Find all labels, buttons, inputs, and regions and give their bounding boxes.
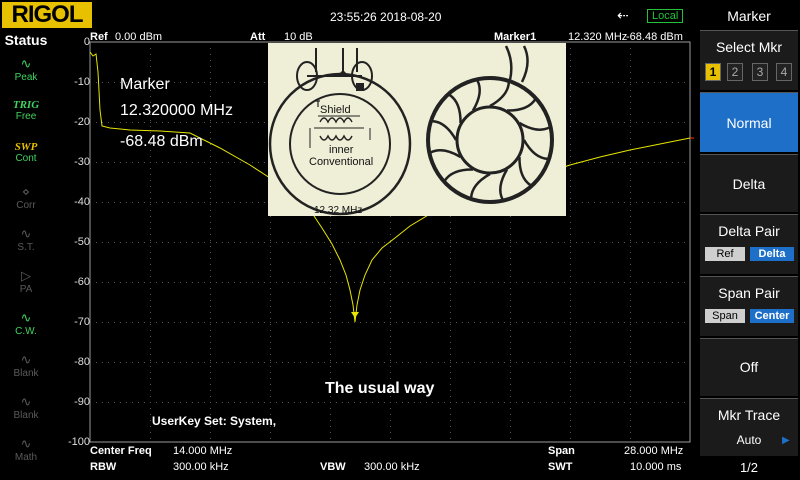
swt-value[interactable]: 10.000 ms bbox=[630, 461, 681, 473]
userkey-label: UserKey Set: System, bbox=[152, 414, 277, 428]
vbw-value[interactable]: 300.00 kHz bbox=[364, 461, 420, 473]
marker-1-indicator[interactable] bbox=[351, 312, 359, 318]
marker-option-3[interactable]: 3 bbox=[752, 63, 768, 81]
overlay-caption: The usual way bbox=[325, 380, 435, 397]
normal-label: Normal bbox=[726, 115, 772, 131]
submenu-arrow-icon: ▶ bbox=[782, 435, 790, 446]
select-marker-key[interactable]: Select Mkr 1 2 3 4 bbox=[700, 30, 798, 90]
marker-readout-amp: -68.48 dBm bbox=[120, 133, 203, 150]
delta-label: Delta bbox=[732, 176, 766, 192]
center-freq-value[interactable]: 14.000 MHz bbox=[173, 445, 232, 457]
span-pair-center[interactable]: Center bbox=[750, 309, 794, 323]
span-label: Span bbox=[548, 445, 575, 457]
select-marker-label: Select Mkr bbox=[715, 39, 783, 55]
menu-page-indicator[interactable]: 1/2 bbox=[700, 460, 798, 475]
rbw-label: RBW bbox=[90, 461, 117, 473]
delta-pair-label: Delta Pair bbox=[718, 223, 780, 239]
delta-key[interactable]: Delta bbox=[700, 154, 798, 212]
marker-option-4[interactable]: 4 bbox=[776, 63, 792, 81]
mkr-trace-label: Mkr Trace bbox=[717, 407, 781, 423]
shield-label: Shield bbox=[320, 104, 351, 116]
conventional-label: Conventional bbox=[309, 156, 374, 168]
off-label: Off bbox=[739, 359, 759, 375]
spectrum-plot[interactable] bbox=[0, 0, 800, 480]
rbw-value[interactable]: 300.00 kHz bbox=[173, 461, 229, 473]
span-pair-key[interactable]: Span Pair Span Center bbox=[700, 276, 798, 336]
span-value[interactable]: 28.000 MHz bbox=[624, 445, 683, 457]
vbw-label: VBW bbox=[320, 461, 346, 473]
marker-option-2[interactable]: 2 bbox=[727, 63, 743, 81]
inner-label: inner bbox=[329, 144, 354, 156]
span-pair-span[interactable]: Span bbox=[705, 309, 745, 323]
marker-readout-title: Marker bbox=[120, 76, 170, 93]
delta-pair-delta[interactable]: Delta bbox=[750, 247, 794, 261]
delta-pair-key[interactable]: Delta Pair Ref Delta bbox=[700, 214, 798, 274]
normal-key[interactable]: Normal bbox=[700, 92, 798, 152]
span-pair-label: Span Pair bbox=[718, 285, 780, 301]
marker-option-1[interactable]: 1 bbox=[705, 63, 721, 81]
menu-title: Marker bbox=[727, 8, 771, 24]
overlay-freq-caption: 12.32 MHz bbox=[314, 205, 363, 216]
off-key[interactable]: Off bbox=[700, 338, 798, 396]
marker-readout-freq: 12.320000 MHz bbox=[120, 102, 233, 119]
mkr-trace-key[interactable]: Mkr Trace Auto ▶ bbox=[700, 398, 798, 456]
swt-label: SWT bbox=[548, 461, 573, 473]
center-freq-label: Center Freq bbox=[90, 445, 152, 457]
coil-diagram-overlay bbox=[268, 43, 566, 216]
delta-pair-ref[interactable]: Ref bbox=[705, 247, 745, 261]
